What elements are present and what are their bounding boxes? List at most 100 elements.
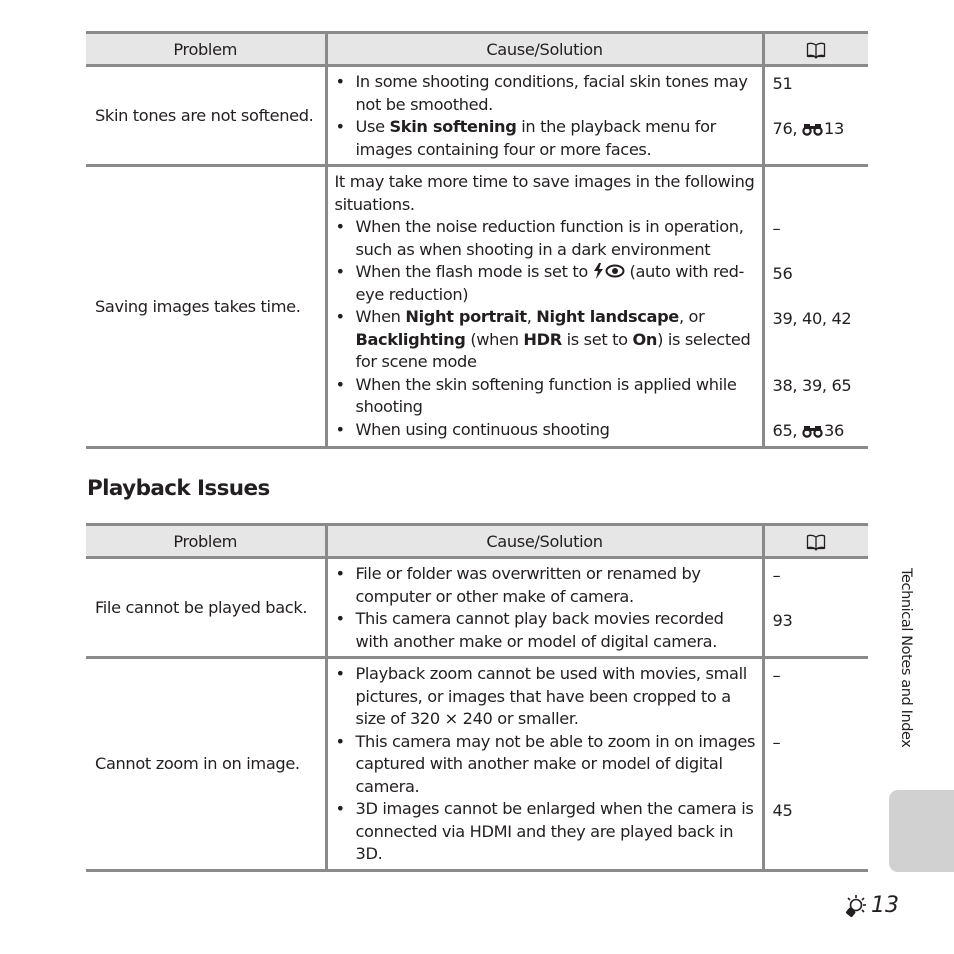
bullet-list: In some shooting conditions, facial skin… <box>335 71 756 161</box>
text-run: File or folder was overwritten or rename… <box>355 564 701 606</box>
page-reference: – <box>773 565 863 588</box>
cause-intro: It may take more time to save images in … <box>334 172 755 214</box>
text-run: When <box>355 307 406 326</box>
bullet-list: When the noise reduction function is in … <box>335 216 756 441</box>
problem-cell: Skin tones are not softened. <box>86 65 326 167</box>
bullet-item: This camera cannot play back movies reco… <box>335 608 756 653</box>
text-run: (when <box>465 329 524 349</box>
reference-text: – <box>772 218 781 238</box>
book-icon <box>807 42 826 59</box>
bold-term: Backlighting <box>355 329 466 349</box>
bullet-item: When the flash mode is set to (auto with… <box>335 261 756 306</box>
reference-text: 76, <box>772 118 802 138</box>
reference-text: 39, 40, 42 <box>772 308 852 328</box>
bold-term: Night portrait <box>405 307 527 326</box>
reference-text: 45 <box>772 800 793 820</box>
bullet-item: When using continuous shooting <box>335 419 756 442</box>
reference-page: 13 <box>824 118 844 138</box>
table-header-row: Problem Cause/Solution <box>86 31 868 67</box>
reference-text: 38, 39, 65 <box>772 376 852 395</box>
text-run: This camera cannot play back movies reco… <box>355 609 724 651</box>
header-reference <box>761 523 868 559</box>
flash-redeye-icon <box>593 263 625 279</box>
header-problem: Problem <box>86 523 326 559</box>
reference-text: 65, <box>772 421 802 440</box>
book-icon <box>807 534 826 551</box>
page-number-text: 13 <box>871 893 899 918</box>
binoculars-icon <box>802 426 823 438</box>
page-reference: – <box>773 732 863 755</box>
side-tab-marker <box>889 790 954 872</box>
text-run: When the noise reduction function is in … <box>355 217 744 259</box>
text-run: When using continuous shooting <box>355 419 610 439</box>
page-reference: 45 <box>773 800 863 823</box>
lightbulb-icon <box>845 894 866 917</box>
table-row: Skin tones are not softened. In some shoo… <box>86 65 868 167</box>
bold-term: HDR <box>523 329 562 349</box>
text-run: When the skin softening function is appl… <box>355 374 737 417</box>
text-run: In some shooting conditions, facial skin… <box>355 72 748 114</box>
text-run: Use <box>355 117 390 136</box>
problem-cell: Cannot zoom in on image. <box>86 657 326 872</box>
bold-term: On <box>632 329 658 349</box>
section-title-playback-issues: Playback Issues <box>87 476 270 501</box>
reference-page: 36 <box>824 421 844 440</box>
text-run: This camera may not be able to zoom in o… <box>355 731 756 796</box>
text-run: , or <box>678 307 705 326</box>
header-problem: Problem <box>86 31 326 67</box>
reference-cell: 51 76, 13 <box>761 65 868 167</box>
cause-solution-cell: It may take more time to save images in … <box>324 165 763 449</box>
text-run: , <box>526 307 537 326</box>
text-run: When the flash mode is set to <box>355 262 593 281</box>
bullet-item: When the noise reduction function is in … <box>335 216 756 261</box>
bullet-item: Playback zoom cannot be used with movies… <box>335 663 756 731</box>
bullet-item: In some shooting conditions, facial skin… <box>335 71 756 116</box>
bullet-item: 3D images cannot be enlarged when the ca… <box>335 798 756 866</box>
page-reference: 56 <box>773 263 863 286</box>
bullet-item: Use Skin softening in the playback menu … <box>335 116 756 161</box>
page-reference: 76, 13 <box>773 118 863 141</box>
reference-text: – <box>772 665 781 685</box>
problem-cell: Saving images takes time. <box>86 165 326 449</box>
text-run: 3D images cannot be enlarged when the ca… <box>355 799 754 863</box>
bullet-list: Playback zoom cannot be used with movies… <box>335 663 756 866</box>
reference-cell: – – 45 <box>761 657 868 872</box>
table-row: Cannot zoom in on image. Playback zoom ca… <box>86 657 868 872</box>
bold-term: Night landscape <box>536 307 679 326</box>
page-reference: 38, 39, 65 <box>773 375 863 398</box>
header-cause-solution: Cause/Solution <box>324 523 763 559</box>
text-run: is set to <box>561 329 633 349</box>
bullet-item: File or folder was overwritten or rename… <box>335 563 756 608</box>
troubleshooting-table-playback: Problem Cause/Solution File cannot be pl… <box>86 523 868 872</box>
page-number: 13 <box>843 893 899 918</box>
side-tab-label: Technical Notes and Index <box>898 568 914 748</box>
table-row: File cannot be played back. File or folde… <box>86 557 868 659</box>
reference-text: 56 <box>772 263 793 283</box>
bullet-item: This camera may not be able to zoom in o… <box>335 731 756 799</box>
header-reference <box>761 31 868 67</box>
bullet-item: When the skin softening function is appl… <box>335 374 756 419</box>
page-reference: 65, 36 <box>773 420 863 443</box>
header-cause-solution: Cause/Solution <box>324 31 763 67</box>
reference-text: 51 <box>772 73 793 93</box>
reference-text: 93 <box>772 610 793 630</box>
reference-cell: – 56 39, 40, 42 38, 39, 65 65, 36 <box>761 165 868 449</box>
reference-cell: – 93 <box>761 557 868 659</box>
bullet-list: File or folder was overwritten or rename… <box>335 563 756 653</box>
cause-solution-cell: In some shooting conditions, facial skin… <box>324 65 763 167</box>
page-reference: 93 <box>773 610 863 633</box>
page-reference: – <box>773 218 863 241</box>
cause-solution-cell: Playback zoom cannot be used with movies… <box>324 657 763 872</box>
reference-text: – <box>772 565 781 585</box>
page-reference: 39, 40, 42 <box>773 308 863 331</box>
page-reference: 51 <box>773 73 863 96</box>
text-run: Playback zoom cannot be used with movies… <box>355 664 748 728</box>
binoculars-icon <box>802 123 823 136</box>
table-row: Saving images takes time. It may take mor… <box>86 165 868 449</box>
bullet-item: When Night portrait, Night landscape, or… <box>335 306 756 374</box>
page-reference: – <box>773 665 863 688</box>
table-header-row: Problem Cause/Solution <box>86 523 868 559</box>
problem-cell: File cannot be played back. <box>86 557 326 659</box>
bold-term: Skin softening <box>389 117 517 136</box>
reference-text: – <box>772 733 781 752</box>
